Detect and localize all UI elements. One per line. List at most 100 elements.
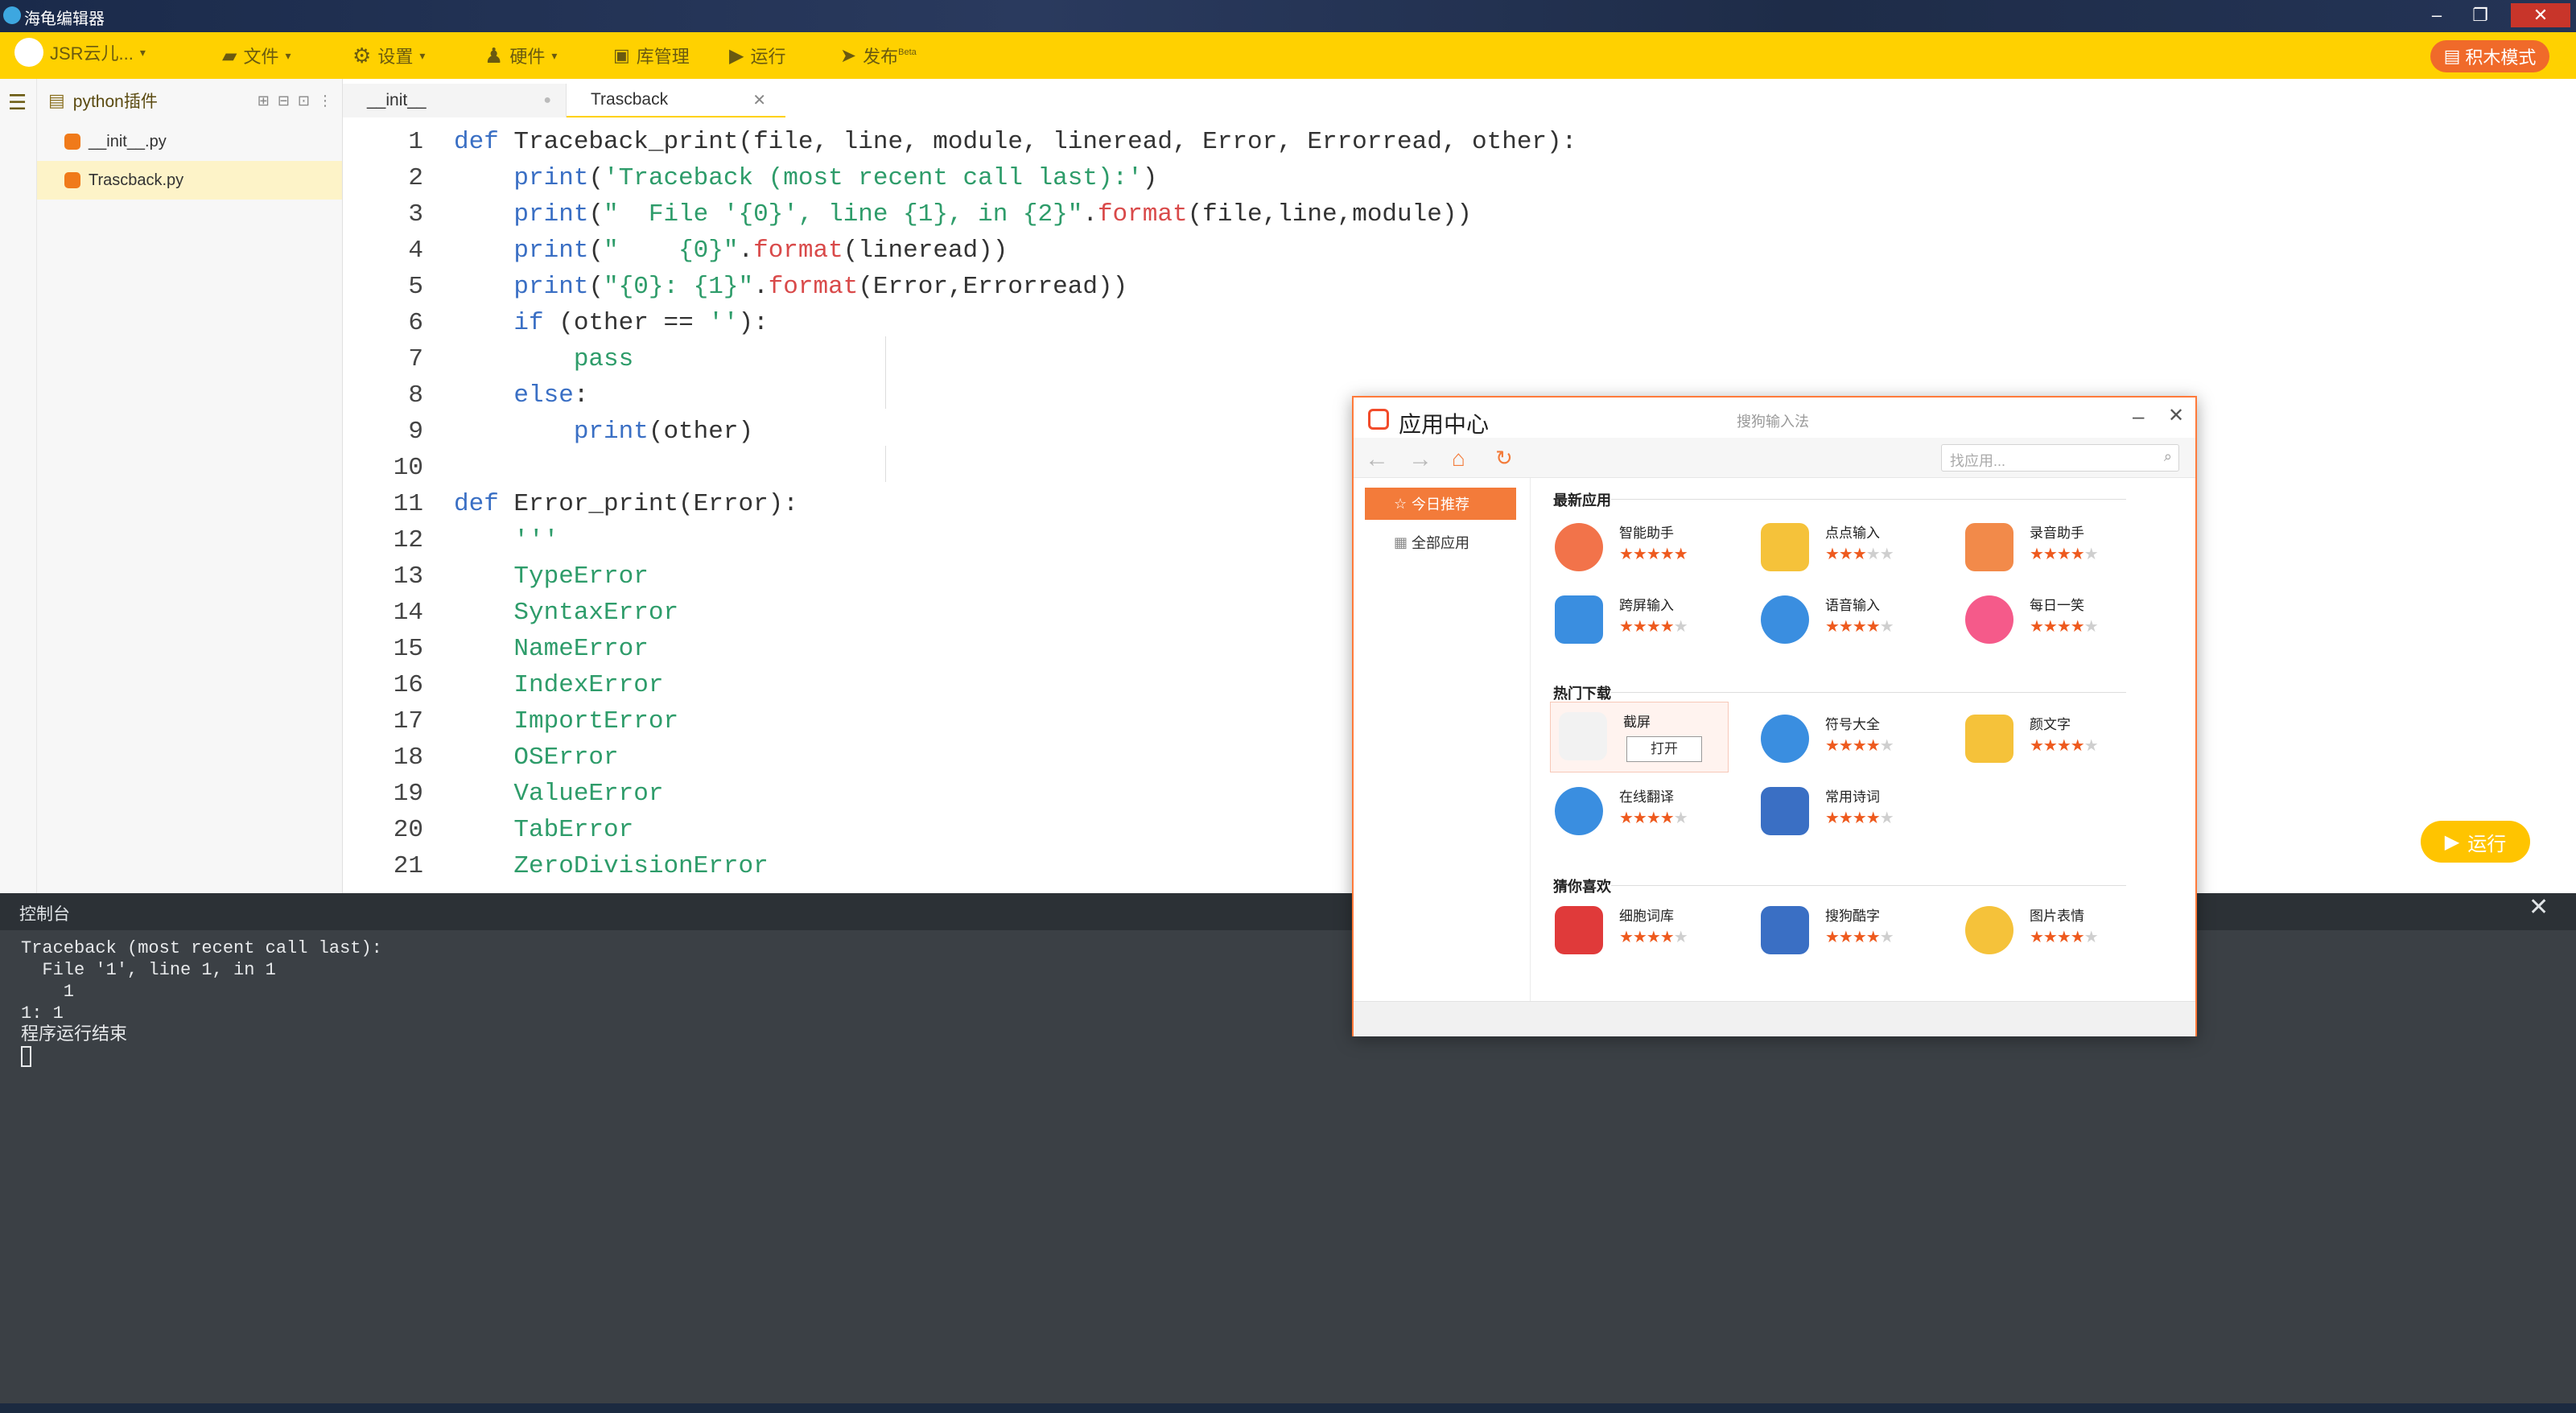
indent-guide — [885, 446, 886, 482]
line-number: 21 — [393, 852, 423, 880]
account-menu[interactable]: JSR云儿... ▾ — [14, 38, 146, 67]
rating-stars: ★★★★★ — [2030, 737, 2099, 755]
app-tile[interactable]: 每日一笑 ★★★★★ — [1957, 586, 2134, 650]
console-title: 控制台 — [19, 905, 70, 924]
app-tile[interactable]: 搜狗酷字 ★★★★★ — [1753, 896, 1930, 961]
refresh-icon[interactable]: ↻ — [1495, 446, 1513, 471]
app-tile[interactable]: 颜文字 ★★★★★ — [1957, 705, 2134, 769]
code-line: 6 if (other == ''): — [343, 305, 768, 341]
app-search-input[interactable]: 找应用... ⌕ — [1941, 444, 2179, 472]
file-menu[interactable]: ▰ 文件 ▾ — [222, 43, 291, 68]
unsaved-dot-icon: ● — [543, 93, 551, 107]
code-line: 10 — [343, 450, 423, 486]
close-tab-icon[interactable]: ✕ — [752, 90, 766, 110]
app-tile[interactable]: 录音助手 ★★★★★ — [1957, 513, 2134, 578]
app-name: 智能助手 — [1619, 525, 1674, 541]
code-line: 13 TypeError — [343, 558, 649, 595]
app-name: 每日一笑 — [2030, 598, 2084, 613]
paper-plane-icon: ➤ — [840, 44, 857, 67]
hardware-menu[interactable]: ♟ 硬件 ▾ — [484, 43, 557, 68]
import-icon[interactable]: ⊡ — [298, 93, 310, 109]
cross-screen-icon — [1555, 595, 1603, 644]
python-file-icon — [64, 172, 80, 188]
restore-icon[interactable]: ❐ — [2463, 3, 2498, 27]
chevron-down-icon: ▾ — [139, 45, 146, 59]
code-line: 19 ValueError — [343, 776, 664, 812]
new-folder-icon[interactable]: ⊟ — [278, 93, 290, 109]
turtle-app-icon — [3, 6, 21, 24]
minimize-icon[interactable]: – — [2133, 404, 2144, 429]
blocks-mode-button[interactable]: ▤ 积木模式 — [2430, 40, 2549, 72]
run-button[interactable]: ▶ 运行 — [2421, 821, 2530, 863]
settings-menu[interactable]: ⚙ 设置 ▾ — [352, 43, 425, 68]
app-center-title: 应用中心 — [1399, 412, 1490, 437]
line-number: 8 — [408, 381, 423, 410]
section-hot-title: 热门下载 — [1553, 686, 1611, 702]
run-menu-button[interactable]: ▶ 运行 — [729, 43, 785, 68]
app-center-main: 最新应用 智能助手 ★★★★★ 点点输入 ★★★★★ 录音助手 ★★★★★ 跨屏… — [1531, 478, 2195, 1001]
scissors-icon — [1559, 712, 1607, 760]
publish-button[interactable]: ➤ 发布 Beta — [840, 43, 917, 68]
code-line: 12 ''' — [343, 522, 558, 558]
project-name: python插件 — [72, 93, 158, 111]
indent-guide — [885, 336, 886, 409]
open-button[interactable]: 打开 — [1626, 736, 1702, 762]
app-tile[interactable]: 细胞词库 ★★★★★ — [1547, 896, 1724, 961]
app-tile[interactable]: 跨屏输入 ★★★★★ — [1547, 586, 1724, 650]
code-line: 8 else: — [343, 377, 588, 414]
rating-stars: ★★★★★ — [1825, 809, 1894, 827]
rating-stars: ★★★★★ — [2030, 618, 2099, 636]
rating-stars: ★★★★★ — [2030, 546, 2099, 563]
menu-toggle-icon[interactable]: ☰ — [8, 90, 27, 115]
library-button[interactable]: ▣ 库管理 — [613, 43, 690, 68]
play-icon: ▶ — [2444, 830, 2460, 853]
app-tile-screenshot[interactable]: 截屏 打开 — [1550, 702, 1729, 772]
line-number: 12 — [393, 526, 423, 554]
nav-all-apps[interactable]: ▦ 全部应用 — [1365, 526, 1516, 558]
more-icon[interactable]: ⋮ — [318, 93, 332, 109]
smile-icon — [1965, 595, 2013, 644]
user-avatar — [14, 38, 43, 67]
editor-tabs: __init__ ● Trascback ✕ — [343, 79, 2576, 117]
tab-init[interactable]: __init__ ● — [343, 84, 567, 117]
rating-stars: ★★★★★ — [1619, 618, 1688, 636]
app-tile[interactable]: 点点输入 ★★★★★ — [1753, 513, 1930, 578]
recorder-icon — [1965, 523, 2013, 571]
app-name: 点点输入 — [1825, 525, 1880, 541]
file-item-trascback[interactable]: Trascback.py — [37, 161, 342, 200]
code-line: 11 def Error_print(Error): — [343, 486, 798, 522]
app-tile[interactable]: 图片表情 ★★★★★ — [1957, 896, 2134, 961]
minimize-icon[interactable]: – — [2419, 3, 2454, 27]
app-name: 录音助手 — [2030, 525, 2084, 541]
app-tile[interactable]: 语音输入 ★★★★★ — [1753, 586, 1930, 650]
search-icon[interactable]: ⌕ — [2164, 448, 2172, 465]
account-label: JSR云儿... — [50, 43, 134, 64]
app-tile[interactable]: 在线翻译 ★★★★★ — [1547, 777, 1724, 842]
section-guess-title: 猜你喜欢 — [1553, 879, 1611, 895]
back-arrow-icon[interactable]: ← — [1365, 446, 1389, 473]
rating-stars: ★★★★★ — [1825, 618, 1894, 636]
forward-arrow-icon[interactable]: → — [1408, 446, 1432, 473]
home-icon[interactable]: ⌂ — [1452, 446, 1465, 472]
section-divider — [1611, 499, 2126, 500]
chevron-down-icon: ▾ — [419, 48, 426, 62]
omega-icon — [1761, 715, 1809, 763]
rating-stars: ★★★★★ — [1619, 546, 1688, 563]
app-tile[interactable]: 智能助手 ★★★★★ — [1547, 513, 1724, 578]
close-icon[interactable]: ✕ — [2529, 893, 2549, 921]
app-tile[interactable]: 符号大全 ★★★★★ — [1753, 705, 1930, 769]
emoji-icon — [1965, 906, 2013, 954]
tab-trascback[interactable]: Trascback ✕ — [567, 84, 785, 117]
file-explorer: ▤ python插件 ⊞ ⊟ ⊡ ⋮ __init__.py Trascback… — [37, 79, 343, 893]
file-item-init[interactable]: __init__.py — [37, 122, 342, 161]
close-window-icon[interactable]: ✕ — [2511, 3, 2570, 27]
new-file-icon[interactable]: ⊞ — [258, 93, 270, 109]
translate-icon — [1555, 787, 1603, 835]
close-icon[interactable]: ✕ — [2168, 404, 2184, 427]
code-line: 1 def Traceback_print(file, line, module,… — [343, 124, 1577, 160]
nav-today-recommend[interactable]: ☆ 今日推荐 — [1365, 488, 1516, 520]
app-tile[interactable]: 常用诗词 ★★★★★ — [1753, 777, 1930, 842]
assistant-icon — [1555, 523, 1603, 571]
app-name: 在线翻译 — [1619, 789, 1674, 805]
poetry-book-icon — [1761, 787, 1809, 835]
